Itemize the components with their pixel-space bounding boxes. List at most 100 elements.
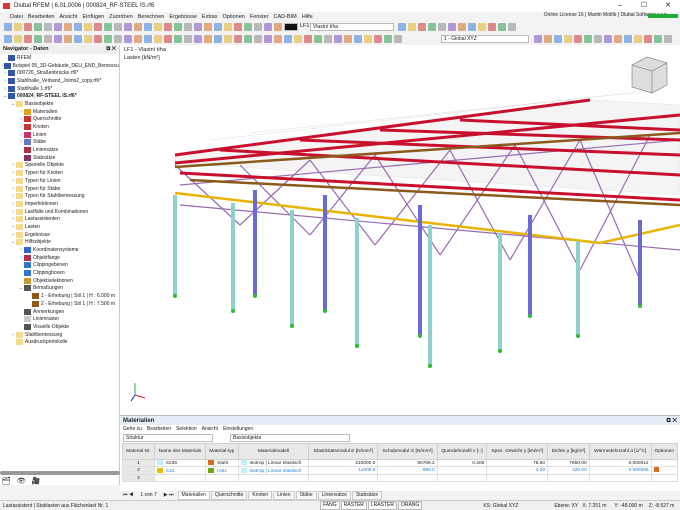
toolbar-button-icon[interactable] xyxy=(4,23,12,31)
toolbar-button-icon[interactable] xyxy=(44,23,52,31)
minimize-button[interactable]: – xyxy=(608,0,632,12)
tree-item[interactable]: ›Typen für Stahlbemessung xyxy=(0,192,119,200)
tree-item[interactable]: ›000726_Straßenbrücke.rf6* xyxy=(0,69,119,77)
toolbar-button-icon[interactable] xyxy=(204,35,212,43)
cell-alpha[interactable]: 0.000012 xyxy=(589,460,651,467)
cell-rho[interactable]: 420.00 xyxy=(548,467,590,475)
views-tab-icon[interactable]: 🎥 xyxy=(32,477,41,485)
tree-item[interactable]: ›Stahlhalle_Verband_Joints2_copy.rf6* xyxy=(0,77,119,85)
menu-item-8[interactable]: Optionen xyxy=(223,14,245,20)
cell-E[interactable] xyxy=(309,475,378,482)
cell-nu[interactable] xyxy=(437,475,487,482)
tab-3[interactable]: Linien xyxy=(273,491,294,500)
toolbar-button-icon[interactable] xyxy=(468,23,476,31)
toolbar-button-icon[interactable] xyxy=(574,35,582,43)
cell-rho[interactable]: 7850.00 xyxy=(548,460,590,467)
toolbar-button-icon[interactable] xyxy=(214,35,222,43)
tree-item[interactable]: ›Typen für Knoten xyxy=(0,169,119,177)
toolbar-button-icon[interactable] xyxy=(54,35,62,43)
cell-no[interactable]: 2 xyxy=(123,467,155,475)
tree-item[interactable]: ›Lastfälle und Kombinationen xyxy=(0,208,119,216)
structure-filter-select[interactable]: Struktur xyxy=(123,434,213,442)
cell-E[interactable]: 210000.0 xyxy=(309,460,378,467)
toolbar-button-icon[interactable] xyxy=(114,35,122,43)
toolbar-button-icon[interactable] xyxy=(374,35,382,43)
cell-model[interactable]: Isotrop | Linear elastisch xyxy=(238,460,309,467)
tree-item[interactable]: ›Typen für Linien xyxy=(0,177,119,185)
tree-item[interactable]: 1 - Erhebung | Stil 1 | H : 6.000 m xyxy=(0,292,119,300)
tree-item[interactable]: ›Lastassistenten xyxy=(0,215,119,223)
cell-name[interactable]: C24 xyxy=(154,467,205,475)
toolbar-button-icon[interactable] xyxy=(214,23,222,31)
tree-item[interactable]: ›Imperfektionen xyxy=(0,200,119,208)
toolbar-button-icon[interactable] xyxy=(244,23,252,31)
toolbar-button-icon[interactable] xyxy=(408,23,416,31)
toolbar-button-icon[interactable] xyxy=(164,23,172,31)
toolbar-button-icon[interactable] xyxy=(134,23,142,31)
tree-item[interactable]: 2 - Erhebung | Stil 1 | H : 7.500 m xyxy=(0,300,119,308)
toolbar-button-icon[interactable] xyxy=(104,23,112,31)
toolbar-button-icon[interactable] xyxy=(654,35,662,43)
tree-item[interactable]: ›Objektfänge xyxy=(0,254,119,262)
toolbar-button-icon[interactable] xyxy=(64,35,72,43)
tree-item[interactable]: Visuelle Objekte xyxy=(0,323,119,331)
toolbar-button-icon[interactable] xyxy=(224,35,232,43)
cell-name[interactable]: S235 xyxy=(154,460,205,467)
tree-item[interactable]: ›Stahlbemessung xyxy=(0,331,119,339)
toolbar-button-icon[interactable] xyxy=(254,35,262,43)
toolbar-button-icon[interactable] xyxy=(194,23,202,31)
toolbar-button-icon[interactable] xyxy=(144,23,152,31)
toolbar-button-icon[interactable] xyxy=(508,23,516,31)
cell-type[interactable] xyxy=(206,475,238,482)
toolbar-button-icon[interactable] xyxy=(624,35,632,43)
panel-close-icon[interactable]: ⧉ ✕ xyxy=(666,418,677,423)
toolbar-button-icon[interactable] xyxy=(104,35,112,43)
cell-gamma[interactable] xyxy=(487,475,548,482)
toolbar-button-icon[interactable] xyxy=(364,35,372,43)
toolbar-button-icon[interactable] xyxy=(324,35,332,43)
materials-menu-item[interactable]: Selektion xyxy=(176,426,197,432)
toolbar-button-icon[interactable] xyxy=(554,35,562,43)
close-button[interactable]: ✕ xyxy=(656,0,680,12)
toolbar-button-icon[interactable] xyxy=(294,35,302,43)
toolbar-button-icon[interactable] xyxy=(394,35,402,43)
toolbar-button-icon[interactable] xyxy=(438,23,446,31)
materials-menu-item[interactable]: Einstellungen xyxy=(223,426,253,432)
table-row[interactable]: 1S235StahlIsotrop | Linear elastisch2100… xyxy=(123,460,678,467)
menu-item-10[interactable]: CAD-BIM xyxy=(273,14,296,20)
toolbar-button-icon[interactable] xyxy=(418,23,426,31)
toolbar-button-icon[interactable] xyxy=(304,35,312,43)
tree-item[interactable]: ⌄Basisobjekte xyxy=(0,100,119,108)
tab-1[interactable]: Querschnitte xyxy=(211,491,247,500)
toolbar-button-icon[interactable] xyxy=(174,35,182,43)
toolbar-button-icon[interactable] xyxy=(244,35,252,43)
toolbar-button-icon[interactable] xyxy=(184,23,192,31)
cell-alpha[interactable] xyxy=(589,475,651,482)
toolbar-button-icon[interactable] xyxy=(334,35,342,43)
tree-item[interactable]: ⌄000824_RF-STEEL IS.rf6* xyxy=(0,92,119,100)
cell-nu[interactable] xyxy=(437,467,487,475)
materials-menu-item[interactable]: Ansicht xyxy=(202,426,218,432)
toolbar-button-icon[interactable] xyxy=(174,23,182,31)
toolbar-button-icon[interactable] xyxy=(664,35,672,43)
tree-item[interactable]: Liniensätze xyxy=(0,146,119,154)
toolbar-button-icon[interactable] xyxy=(264,35,272,43)
toolbar-button-icon[interactable] xyxy=(94,23,102,31)
status-toggle-raster[interactable]: RASTER xyxy=(341,501,367,510)
toolbar-button-icon[interactable] xyxy=(44,35,52,43)
toolbar-button-icon[interactable] xyxy=(488,23,496,31)
toolbar-button-icon[interactable] xyxy=(164,35,172,43)
toolbar-button-icon[interactable] xyxy=(428,23,436,31)
maximize-button[interactable]: ☐ xyxy=(632,0,656,12)
cell-E[interactable]: 11000.0 xyxy=(309,467,378,475)
toolbar-button-icon[interactable] xyxy=(284,35,292,43)
toolbar-button-icon[interactable] xyxy=(144,35,152,43)
tab-4[interactable]: Stäbe xyxy=(296,491,317,500)
tree-item[interactable]: Clippingebenen xyxy=(0,262,119,270)
tree-item[interactable]: Linienraster xyxy=(0,315,119,323)
tree-item[interactable]: Ausdruckprotokolle xyxy=(0,338,119,346)
toolbar-button-icon[interactable] xyxy=(458,23,466,31)
cell-options[interactable] xyxy=(651,475,677,482)
tab-6[interactable]: Stabsätze xyxy=(352,491,382,500)
tree-item[interactable]: ›Linien xyxy=(0,131,119,139)
